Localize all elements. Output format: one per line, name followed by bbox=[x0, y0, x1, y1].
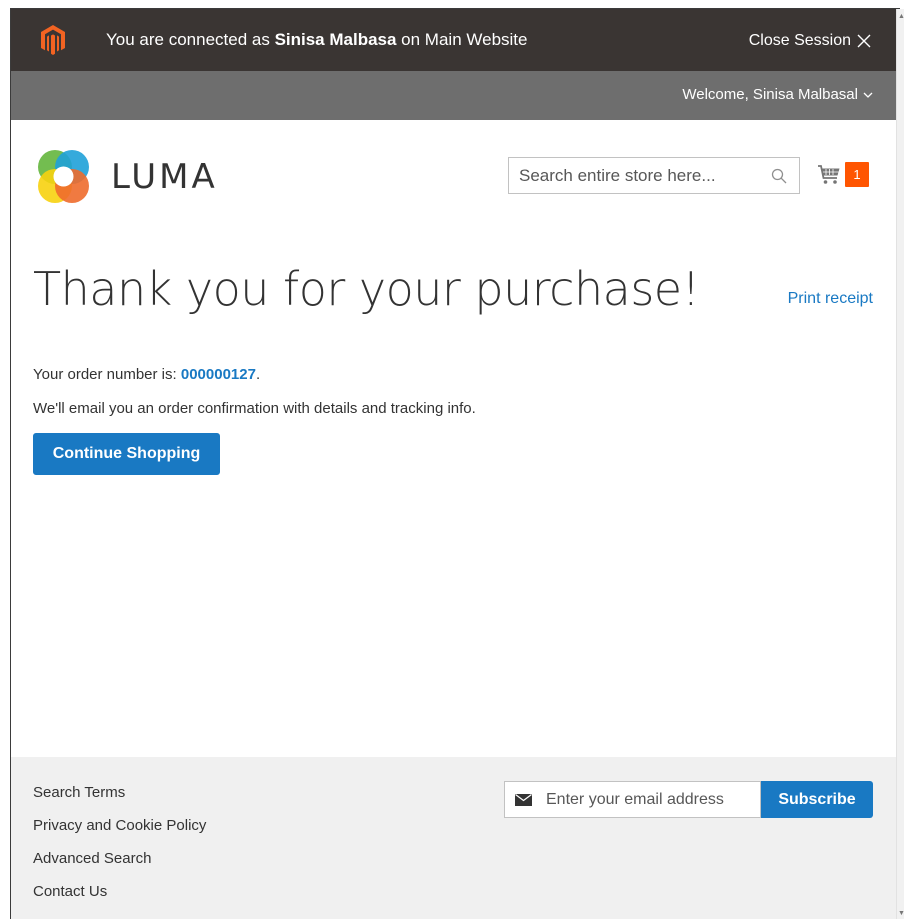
shopping-cart-icon bbox=[818, 164, 840, 184]
welcome-bar: Welcome, Sinisa Malbasal bbox=[11, 71, 896, 120]
magento-logo-icon bbox=[41, 25, 65, 55]
page-frame: You are connected as Sinisa Malbasa on M… bbox=[11, 9, 896, 919]
close-session-button[interactable]: Close Session bbox=[749, 32, 871, 50]
envelope-icon bbox=[515, 794, 532, 806]
footer-link-contact-us[interactable]: Contact Us bbox=[33, 883, 206, 916]
order-number-link[interactable]: 000000127 bbox=[181, 366, 256, 383]
luma-logo-icon bbox=[38, 150, 89, 203]
scroll-down-arrow-icon[interactable]: ▼ bbox=[898, 910, 904, 917]
session-suffix: on Main Website bbox=[396, 30, 528, 49]
close-icon bbox=[857, 34, 871, 48]
newsletter-form: Subscribe bbox=[504, 781, 873, 818]
store-logo[interactable]: LUMA bbox=[33, 147, 218, 207]
session-user: Sinisa Malbasa bbox=[274, 30, 397, 49]
welcome-text: Welcome, Sinisa Malbasal bbox=[682, 86, 858, 103]
search-icon[interactable] bbox=[771, 168, 787, 184]
chevron-down-icon bbox=[863, 92, 873, 98]
continue-shopping-button[interactable]: Continue Shopping bbox=[33, 433, 220, 475]
customer-menu-toggle[interactable]: Welcome, Sinisa Malbasal bbox=[682, 86, 873, 103]
session-prefix: You are connected as bbox=[106, 30, 275, 49]
search-box bbox=[508, 157, 800, 194]
minicart-button[interactable]: 1 bbox=[817, 162, 869, 187]
logo-text: LUMA bbox=[111, 157, 218, 197]
close-session-label: Close Session bbox=[748, 32, 851, 49]
footer-link-privacy-policy[interactable]: Privacy and Cookie Policy bbox=[33, 817, 206, 850]
newsletter-email-input[interactable] bbox=[539, 782, 754, 817]
newsletter-email-field bbox=[504, 781, 761, 818]
order-number-prefix: Your order number is: bbox=[33, 366, 181, 383]
footer-links: Search Terms Privacy and Cookie Policy A… bbox=[33, 784, 206, 916]
scrollbar[interactable]: ▲ ▼ bbox=[896, 9, 904, 919]
footer-link-search-terms[interactable]: Search Terms bbox=[33, 784, 206, 817]
print-receipt-link[interactable]: Print receipt bbox=[788, 290, 873, 308]
order-number-line: Your order number is: 000000127. bbox=[33, 366, 260, 383]
admin-session-bar: You are connected as Sinisa Malbasa on M… bbox=[11, 9, 896, 71]
cart-count-badge: 1 bbox=[845, 162, 869, 187]
page-title: Thank you for your purchase! bbox=[33, 262, 700, 316]
scroll-up-arrow-icon[interactable]: ▲ bbox=[898, 13, 904, 20]
email-confirmation-note: We'll email you an order confirmation wi… bbox=[33, 400, 476, 417]
subscribe-button[interactable]: Subscribe bbox=[761, 781, 873, 818]
footer: Search Terms Privacy and Cookie Policy A… bbox=[11, 757, 896, 919]
search-input[interactable] bbox=[509, 158, 759, 193]
order-number-suffix: . bbox=[255, 366, 261, 383]
footer-link-advanced-search[interactable]: Advanced Search bbox=[33, 850, 206, 883]
session-connected-text: You are connected as Sinisa Malbasa on M… bbox=[106, 30, 527, 50]
